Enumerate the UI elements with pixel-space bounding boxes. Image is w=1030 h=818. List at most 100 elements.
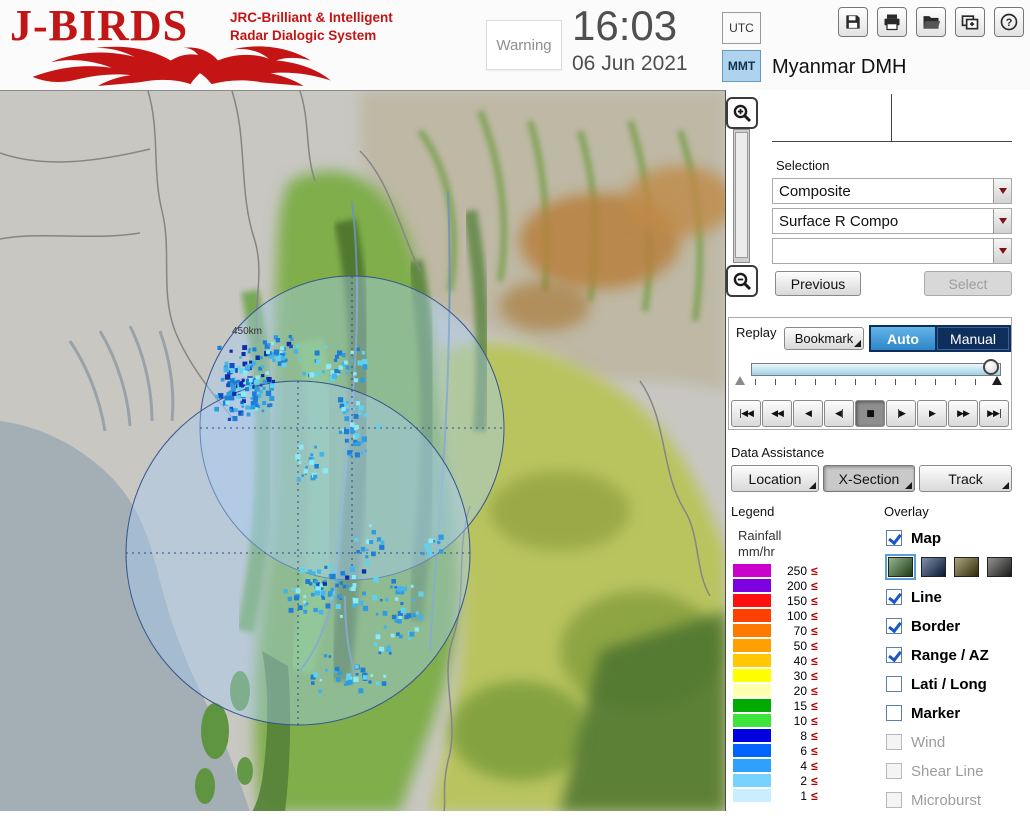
legend-value: 200 <box>786 578 807 593</box>
overlay-item-border[interactable]: Border <box>886 615 1026 637</box>
help-icon: ? <box>1000 13 1018 31</box>
map-style-swatch-3[interactable] <box>987 557 1012 577</box>
timeline-tick <box>755 379 756 385</box>
org-name: Myanmar DMH <box>772 56 907 78</box>
fast-forward-button[interactable]: ▶▶ <box>948 400 978 427</box>
legend-color-swatch <box>733 594 771 607</box>
eagle-logo-icon <box>32 46 331 86</box>
stop-button[interactable]: ■ <box>855 400 885 427</box>
leq-symbol: ≤ <box>811 623 818 638</box>
fast-rewind-button[interactable]: ◀◀ <box>762 400 792 427</box>
timeline-tick <box>795 379 796 385</box>
legend-row: 70 ≤ <box>733 623 863 638</box>
legend-unit: mm/hr <box>738 544 775 559</box>
manual-mode-button[interactable]: Manual <box>937 327 1009 350</box>
previous-button[interactable]: Previous <box>775 271 861 296</box>
map-style-swatch-0[interactable] <box>885 554 916 580</box>
legend-unit-title: Rainfall <box>738 528 782 543</box>
product-list-box[interactable] <box>772 94 1012 142</box>
play-button[interactable]: ▶ <box>917 400 947 427</box>
legend-color-swatch <box>733 579 771 592</box>
overlay-item-line[interactable]: Line <box>886 586 1026 608</box>
range-ring-label: 450km <box>232 326 262 337</box>
zoom-out-button[interactable] <box>726 265 758 297</box>
save-icon <box>846 15 860 29</box>
legend-value: 50 <box>793 638 807 653</box>
chevron-down-icon[interactable] <box>993 209 1011 233</box>
checkbox[interactable] <box>886 647 902 663</box>
logo-subtitle-line1: JRC-Brilliant & Intelligent <box>230 10 393 25</box>
open-file-button[interactable] <box>916 7 946 37</box>
overlay-item-marker[interactable]: Marker <box>886 702 1026 724</box>
timeline-tick <box>975 379 976 385</box>
timeline-tick <box>835 379 836 385</box>
step-back-button[interactable]: ◀| <box>824 400 854 427</box>
leq-symbol: ≤ <box>811 638 818 653</box>
map-style-swatch-1[interactable] <box>921 557 946 577</box>
map-viewport[interactable]: 450km <box>0 90 726 811</box>
checkbox[interactable] <box>886 676 902 692</box>
overlay-item-label: Lati / Long <box>911 675 987 693</box>
checkbox <box>886 792 902 808</box>
step-forward-button[interactable]: |▶ <box>886 400 916 427</box>
legend-value: 20 <box>793 683 807 698</box>
save-button[interactable] <box>838 7 868 37</box>
chevron-down-icon[interactable] <box>993 179 1011 203</box>
auto-mode-button[interactable]: Auto <box>871 327 935 350</box>
extra-dropdown[interactable] <box>772 238 1012 264</box>
skip-to-end-button[interactable]: ▶▶| <box>979 400 1009 427</box>
composite-dropdown-value: Composite <box>779 182 851 200</box>
overlay-item-map[interactable]: Map <box>886 527 1026 549</box>
timeline-tick <box>955 379 956 385</box>
x-section-button[interactable]: X-Section <box>823 465 915 492</box>
chevron-down-icon[interactable] <box>993 239 1011 263</box>
skip-to-start-button[interactable]: |◀◀ <box>731 400 761 427</box>
track-button[interactable]: Track <box>919 465 1012 492</box>
leq-symbol: ≤ <box>811 578 818 593</box>
overlay-item-label: Microburst <box>911 791 982 809</box>
legend-value: 6 <box>800 743 807 758</box>
checkbox[interactable] <box>886 705 902 721</box>
clock-date: 06 Jun 2021 <box>572 52 688 75</box>
legend-section-label: Legend <box>731 504 775 519</box>
zoom-slider[interactable] <box>733 129 750 263</box>
help-button[interactable]: ? <box>994 7 1024 37</box>
overlay-item-lati-long[interactable]: Lati / Long <box>886 673 1026 695</box>
add-window-button[interactable] <box>955 7 985 37</box>
selection-section-label: Selection <box>776 158 830 173</box>
print-button[interactable] <box>877 7 907 37</box>
leq-symbol: ≤ <box>811 653 818 668</box>
play-reverse-button[interactable]: ◀ <box>793 400 823 427</box>
leq-symbol: ≤ <box>811 593 818 608</box>
timeline-end-marker <box>992 376 1002 385</box>
checkbox[interactable] <box>886 618 902 634</box>
legend-color-swatch <box>733 609 771 622</box>
rainfall-legend: 250 ≤200 ≤150 ≤100 ≤70 ≤50 ≤40 ≤30 ≤20 ≤15 ≤10 ≤8 ≤6… <box>733 563 863 803</box>
timeline-tick <box>855 379 856 385</box>
checkbox[interactable] <box>886 589 902 605</box>
zoom-slider-thumb[interactable] <box>735 132 748 258</box>
overlay-item-wind: Wind <box>886 731 1026 753</box>
product-dropdown[interactable]: Surface R Compo <box>772 208 1012 234</box>
legend-row: 150 ≤ <box>733 593 863 608</box>
overlay-item-label: Range / AZ <box>911 646 989 664</box>
map-style-swatch-2[interactable] <box>954 557 979 577</box>
legend-value: 2 <box>800 773 807 788</box>
bookmark-button[interactable]: Bookmark <box>784 327 864 350</box>
overlay-item-label: Wind <box>911 733 946 751</box>
overlay-item-label: Map <box>911 529 941 547</box>
checkbox[interactable] <box>886 530 902 546</box>
warning-button[interactable]: Warning <box>486 20 562 70</box>
overlay-item-label: Line <box>911 588 942 606</box>
mmt-button[interactable]: MMT <box>722 50 761 82</box>
timeline-track[interactable] <box>751 363 1001 376</box>
legend-color-swatch <box>733 624 771 637</box>
composite-dropdown[interactable]: Composite <box>772 178 1012 204</box>
app-logo-subtitle: JRC-Brilliant & Intelligent Radar Dialog… <box>230 9 393 44</box>
legend-color-swatch <box>733 714 771 727</box>
overlay-item-range-az[interactable]: Range / AZ <box>886 644 1026 666</box>
zoom-in-button[interactable] <box>726 97 758 129</box>
location-button[interactable]: Location <box>731 465 819 492</box>
utc-button[interactable]: UTC <box>722 12 761 44</box>
timeline-thumb[interactable] <box>983 359 999 375</box>
